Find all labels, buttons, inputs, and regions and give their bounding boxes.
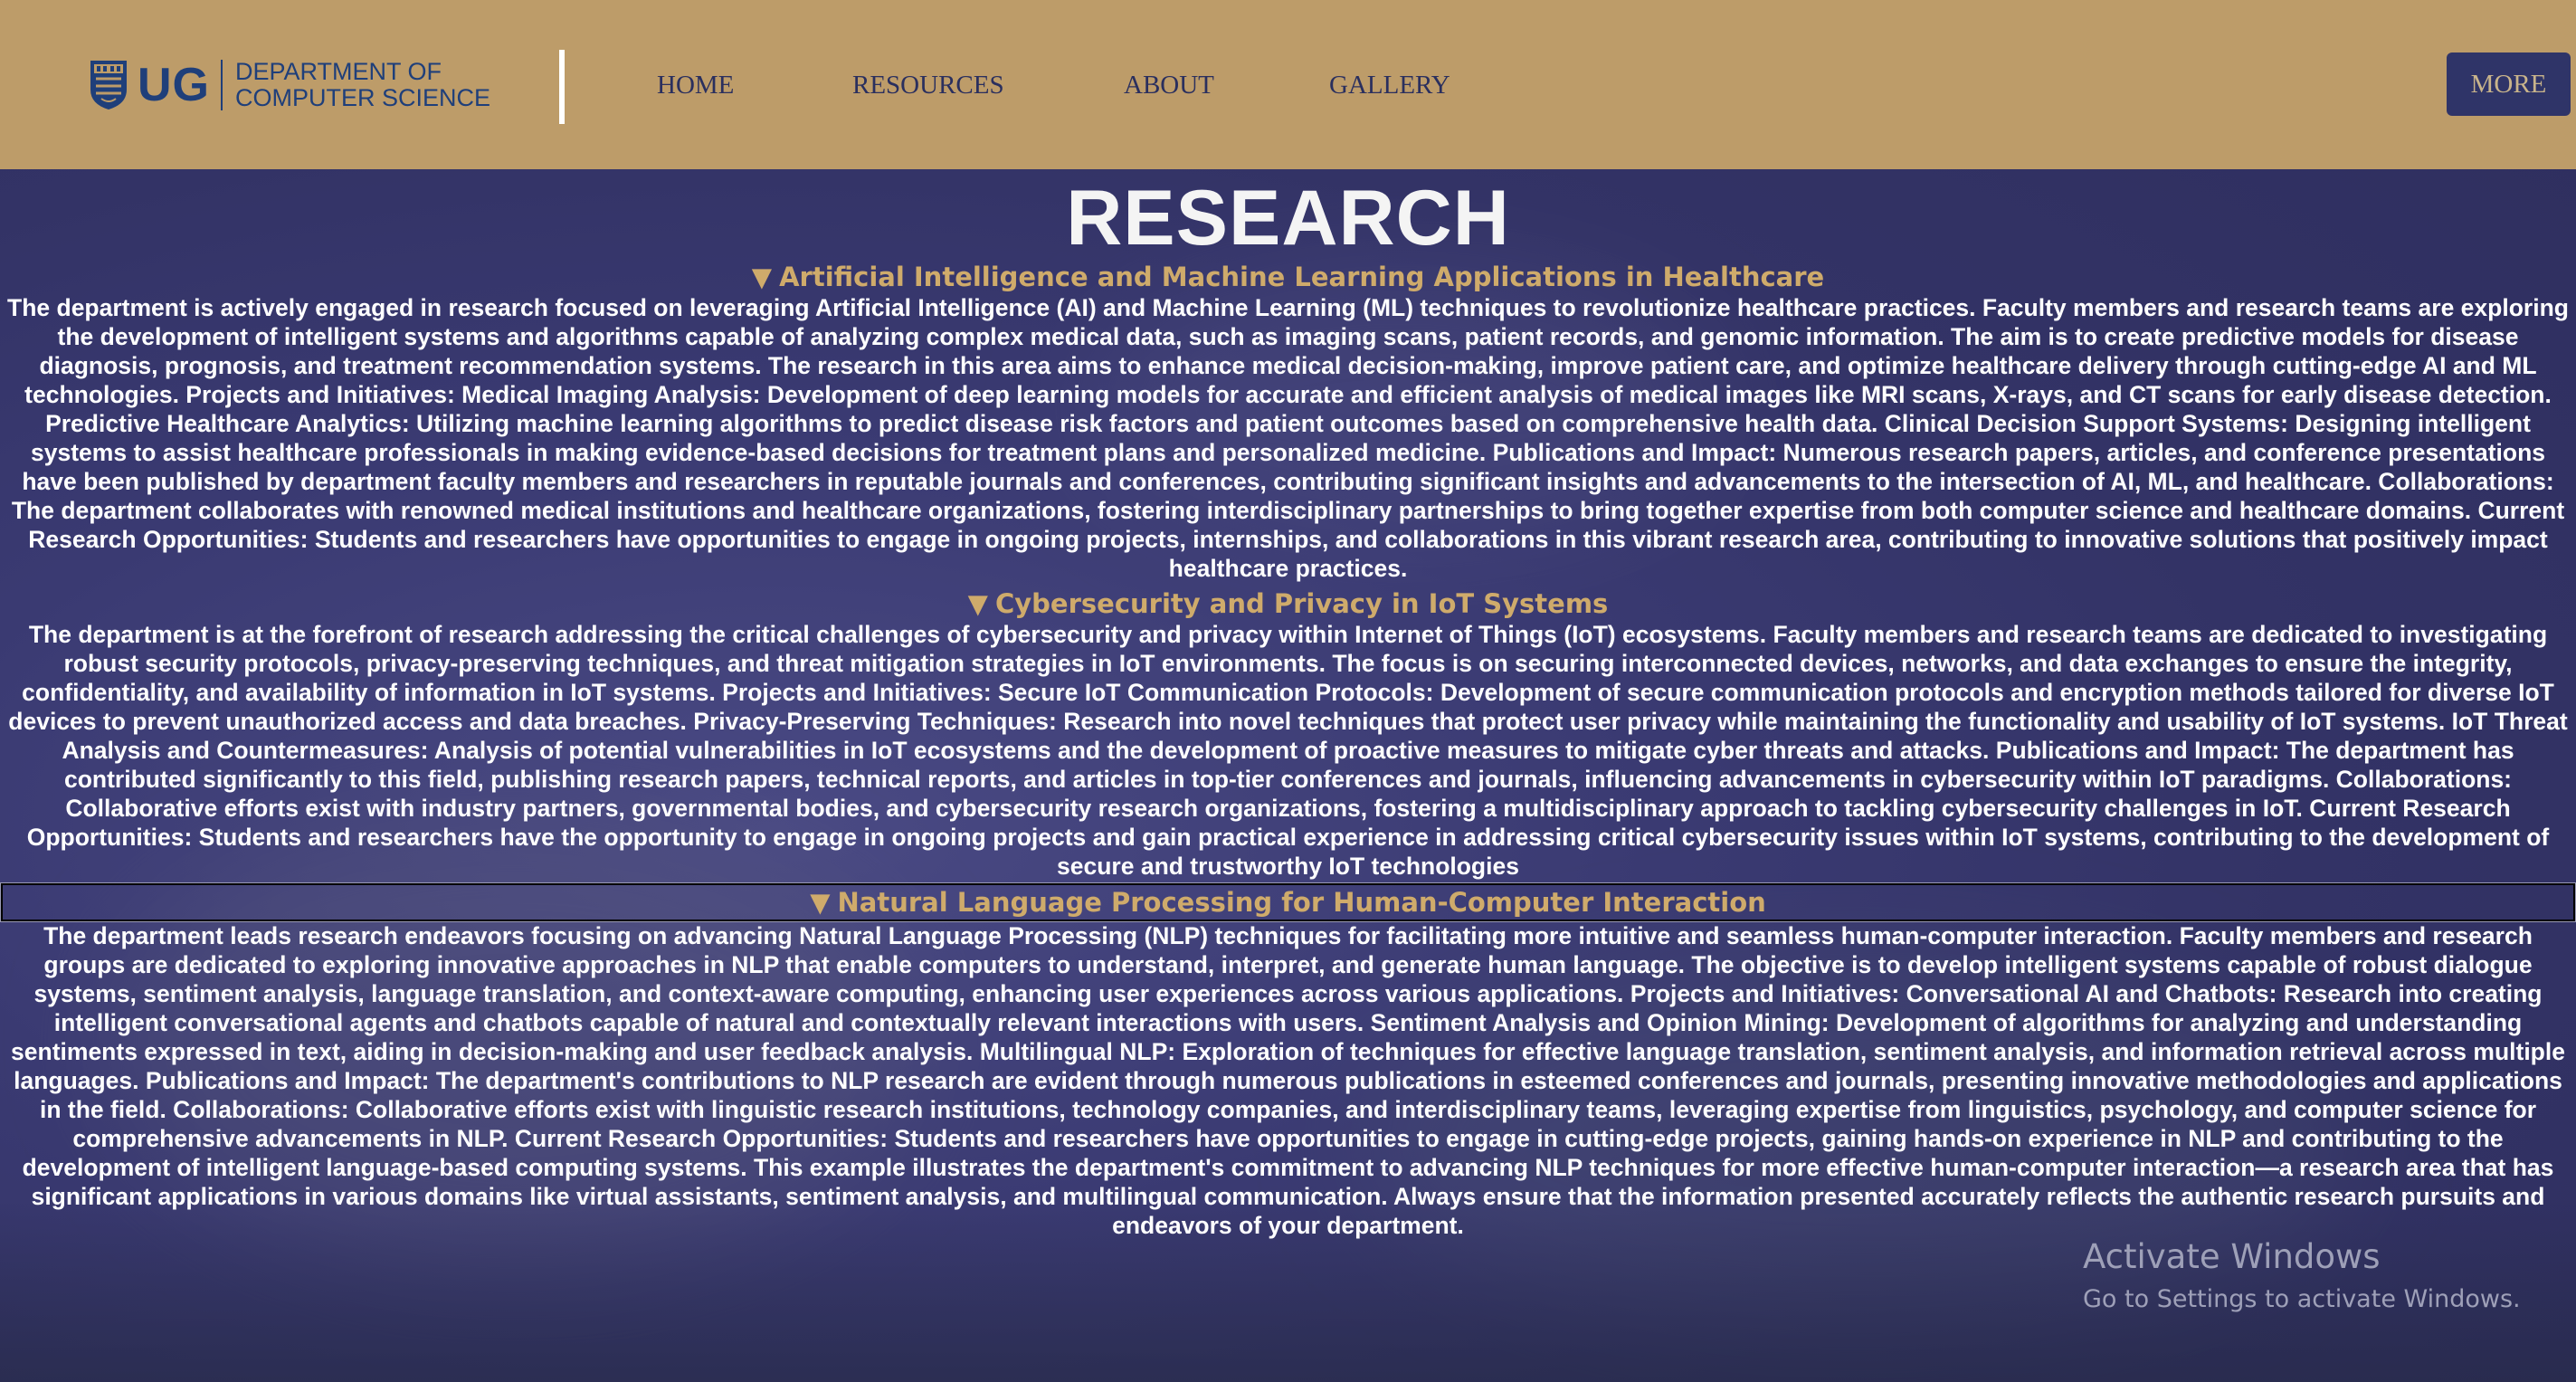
research-section-iot-security: ▼ Cybersecurity and Privacy in IoT System… bbox=[0, 587, 2576, 882]
section-heading: Artificial Intelligence and Machine Lear… bbox=[779, 262, 1825, 292]
logo-separator bbox=[221, 60, 223, 110]
section-heading: Cybersecurity and Privacy in IoT Systems bbox=[994, 588, 1609, 619]
section-heading: Natural Language Processing for Human-Co… bbox=[837, 887, 1766, 918]
windows-activation-watermark: Activate Windows Go to Settings to activ… bbox=[2083, 1236, 2521, 1316]
section-body: The department is actively engaged in re… bbox=[7, 294, 2569, 582]
page-title: RESEARCH bbox=[1066, 175, 1510, 262]
department-logo[interactable]: UG DEPARTMENT OF COMPUTER SCIENCE bbox=[89, 56, 490, 114]
logo-line-1: DEPARTMENT OF bbox=[235, 58, 442, 85]
triangle-down-icon: ▼ bbox=[751, 262, 773, 292]
section-toggle[interactable]: ▼ Artificial Intelligence and Machine Lea… bbox=[0, 261, 2576, 293]
section-toggle[interactable]: ▼ Cybersecurity and Privacy in IoT System… bbox=[0, 587, 2576, 620]
nav-resources[interactable]: RESOURCES bbox=[852, 71, 1004, 100]
site-header: UG DEPARTMENT OF COMPUTER SCIENCE HOME R… bbox=[0, 0, 2576, 169]
triangle-down-icon: ▼ bbox=[810, 887, 831, 918]
triangle-down-icon: ▼ bbox=[967, 588, 988, 619]
more-button[interactable]: MORE bbox=[2447, 52, 2571, 116]
university-crest-icon bbox=[89, 59, 128, 111]
nav-gallery[interactable]: GALLERY bbox=[1329, 71, 1450, 100]
nav-home[interactable]: HOME bbox=[657, 71, 734, 100]
section-body: The department leads research endeavors … bbox=[11, 922, 2565, 1239]
logo-abbreviation: UG bbox=[138, 59, 210, 111]
research-section-nlp-hci: ▼ Natural Language Processing for Human-C… bbox=[0, 882, 2576, 1240]
research-section-ai-healthcare: ▼ Artificial Intelligence and Machine Lea… bbox=[0, 261, 2576, 583]
section-body: The department is at the forefront of re… bbox=[8, 621, 2568, 880]
nav-about[interactable]: ABOUT bbox=[1124, 71, 1214, 100]
logo-department-name: DEPARTMENT OF COMPUTER SCIENCE bbox=[235, 59, 490, 111]
watermark-subtitle: Go to Settings to activate Windows. bbox=[2083, 1285, 2521, 1313]
section-toggle-focused[interactable]: ▼ Natural Language Processing for Human-C… bbox=[0, 882, 2576, 922]
logo-line-2: COMPUTER SCIENCE bbox=[235, 84, 491, 111]
watermark-title: Activate Windows bbox=[2083, 1237, 2381, 1276]
header-divider bbox=[559, 50, 565, 124]
